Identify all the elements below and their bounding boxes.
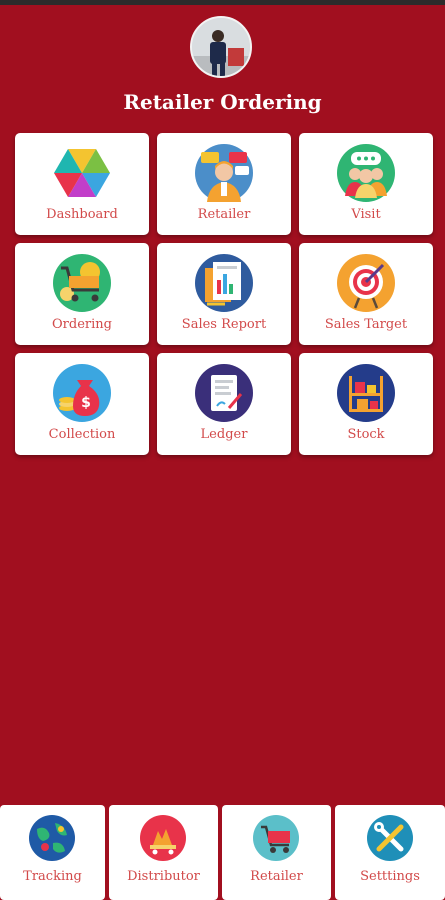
menu-tile-sales-report[interactable]: Sales Report (157, 243, 291, 345)
status-bar (0, 0, 445, 5)
nav-label: Distributor (127, 869, 200, 884)
profile-avatar[interactable] (190, 16, 252, 78)
menu-label: Ordering (52, 317, 112, 332)
nav-settings[interactable]: Setttings (335, 805, 445, 900)
tracking-icon (29, 815, 75, 861)
menu-label: Retailer (197, 207, 251, 222)
svg-text:$: $ (81, 395, 91, 411)
sales-target-icon (337, 254, 395, 312)
ledger-icon (195, 364, 253, 422)
stock-icon (337, 364, 395, 422)
menu-label: Sales Report (181, 317, 267, 332)
ordering-icon (53, 254, 111, 312)
user-photo-icon (192, 18, 250, 76)
menu-label: Stock (347, 427, 385, 442)
nav-label: Tracking (23, 869, 82, 884)
menu-tile-ordering[interactable]: Ordering (15, 243, 149, 345)
bottom-navigation: Tracking Distributor Retailer Setttings (0, 805, 445, 900)
retailer-icon (195, 144, 253, 202)
menu-tile-ledger[interactable]: Ledger (157, 353, 291, 455)
menu-label: Collection (48, 427, 116, 442)
nav-label: Setttings (360, 869, 420, 884)
sales-report-icon (195, 254, 253, 312)
nav-tracking[interactable]: Tracking (0, 805, 105, 900)
menu-label: Visit (351, 207, 381, 222)
cart-icon (253, 815, 299, 861)
app-title: Retailer Ordering (123, 90, 322, 114)
collection-icon: $ (53, 364, 111, 422)
nav-retailer[interactable]: Retailer (222, 805, 331, 900)
settings-icon (367, 815, 413, 861)
menu-tile-sales-target[interactable]: Sales Target (299, 243, 433, 345)
menu-tile-collection[interactable]: $ Collection (15, 353, 149, 455)
menu-tile-stock[interactable]: Stock (299, 353, 433, 455)
menu-tile-dashboard[interactable]: Dashboard (15, 133, 149, 235)
distributor-icon (140, 815, 186, 861)
dashboard-icon (54, 149, 110, 197)
visit-icon (337, 144, 395, 202)
nav-label: Retailer (250, 869, 303, 884)
menu-label: Dashboard (46, 207, 118, 222)
menu-tile-visit[interactable]: Visit (299, 133, 433, 235)
menu-tile-retailer[interactable]: Retailer (157, 133, 291, 235)
nav-distributor[interactable]: Distributor (109, 805, 218, 900)
menu-label: Ledger (200, 427, 248, 442)
menu-label: Sales Target (324, 317, 408, 332)
